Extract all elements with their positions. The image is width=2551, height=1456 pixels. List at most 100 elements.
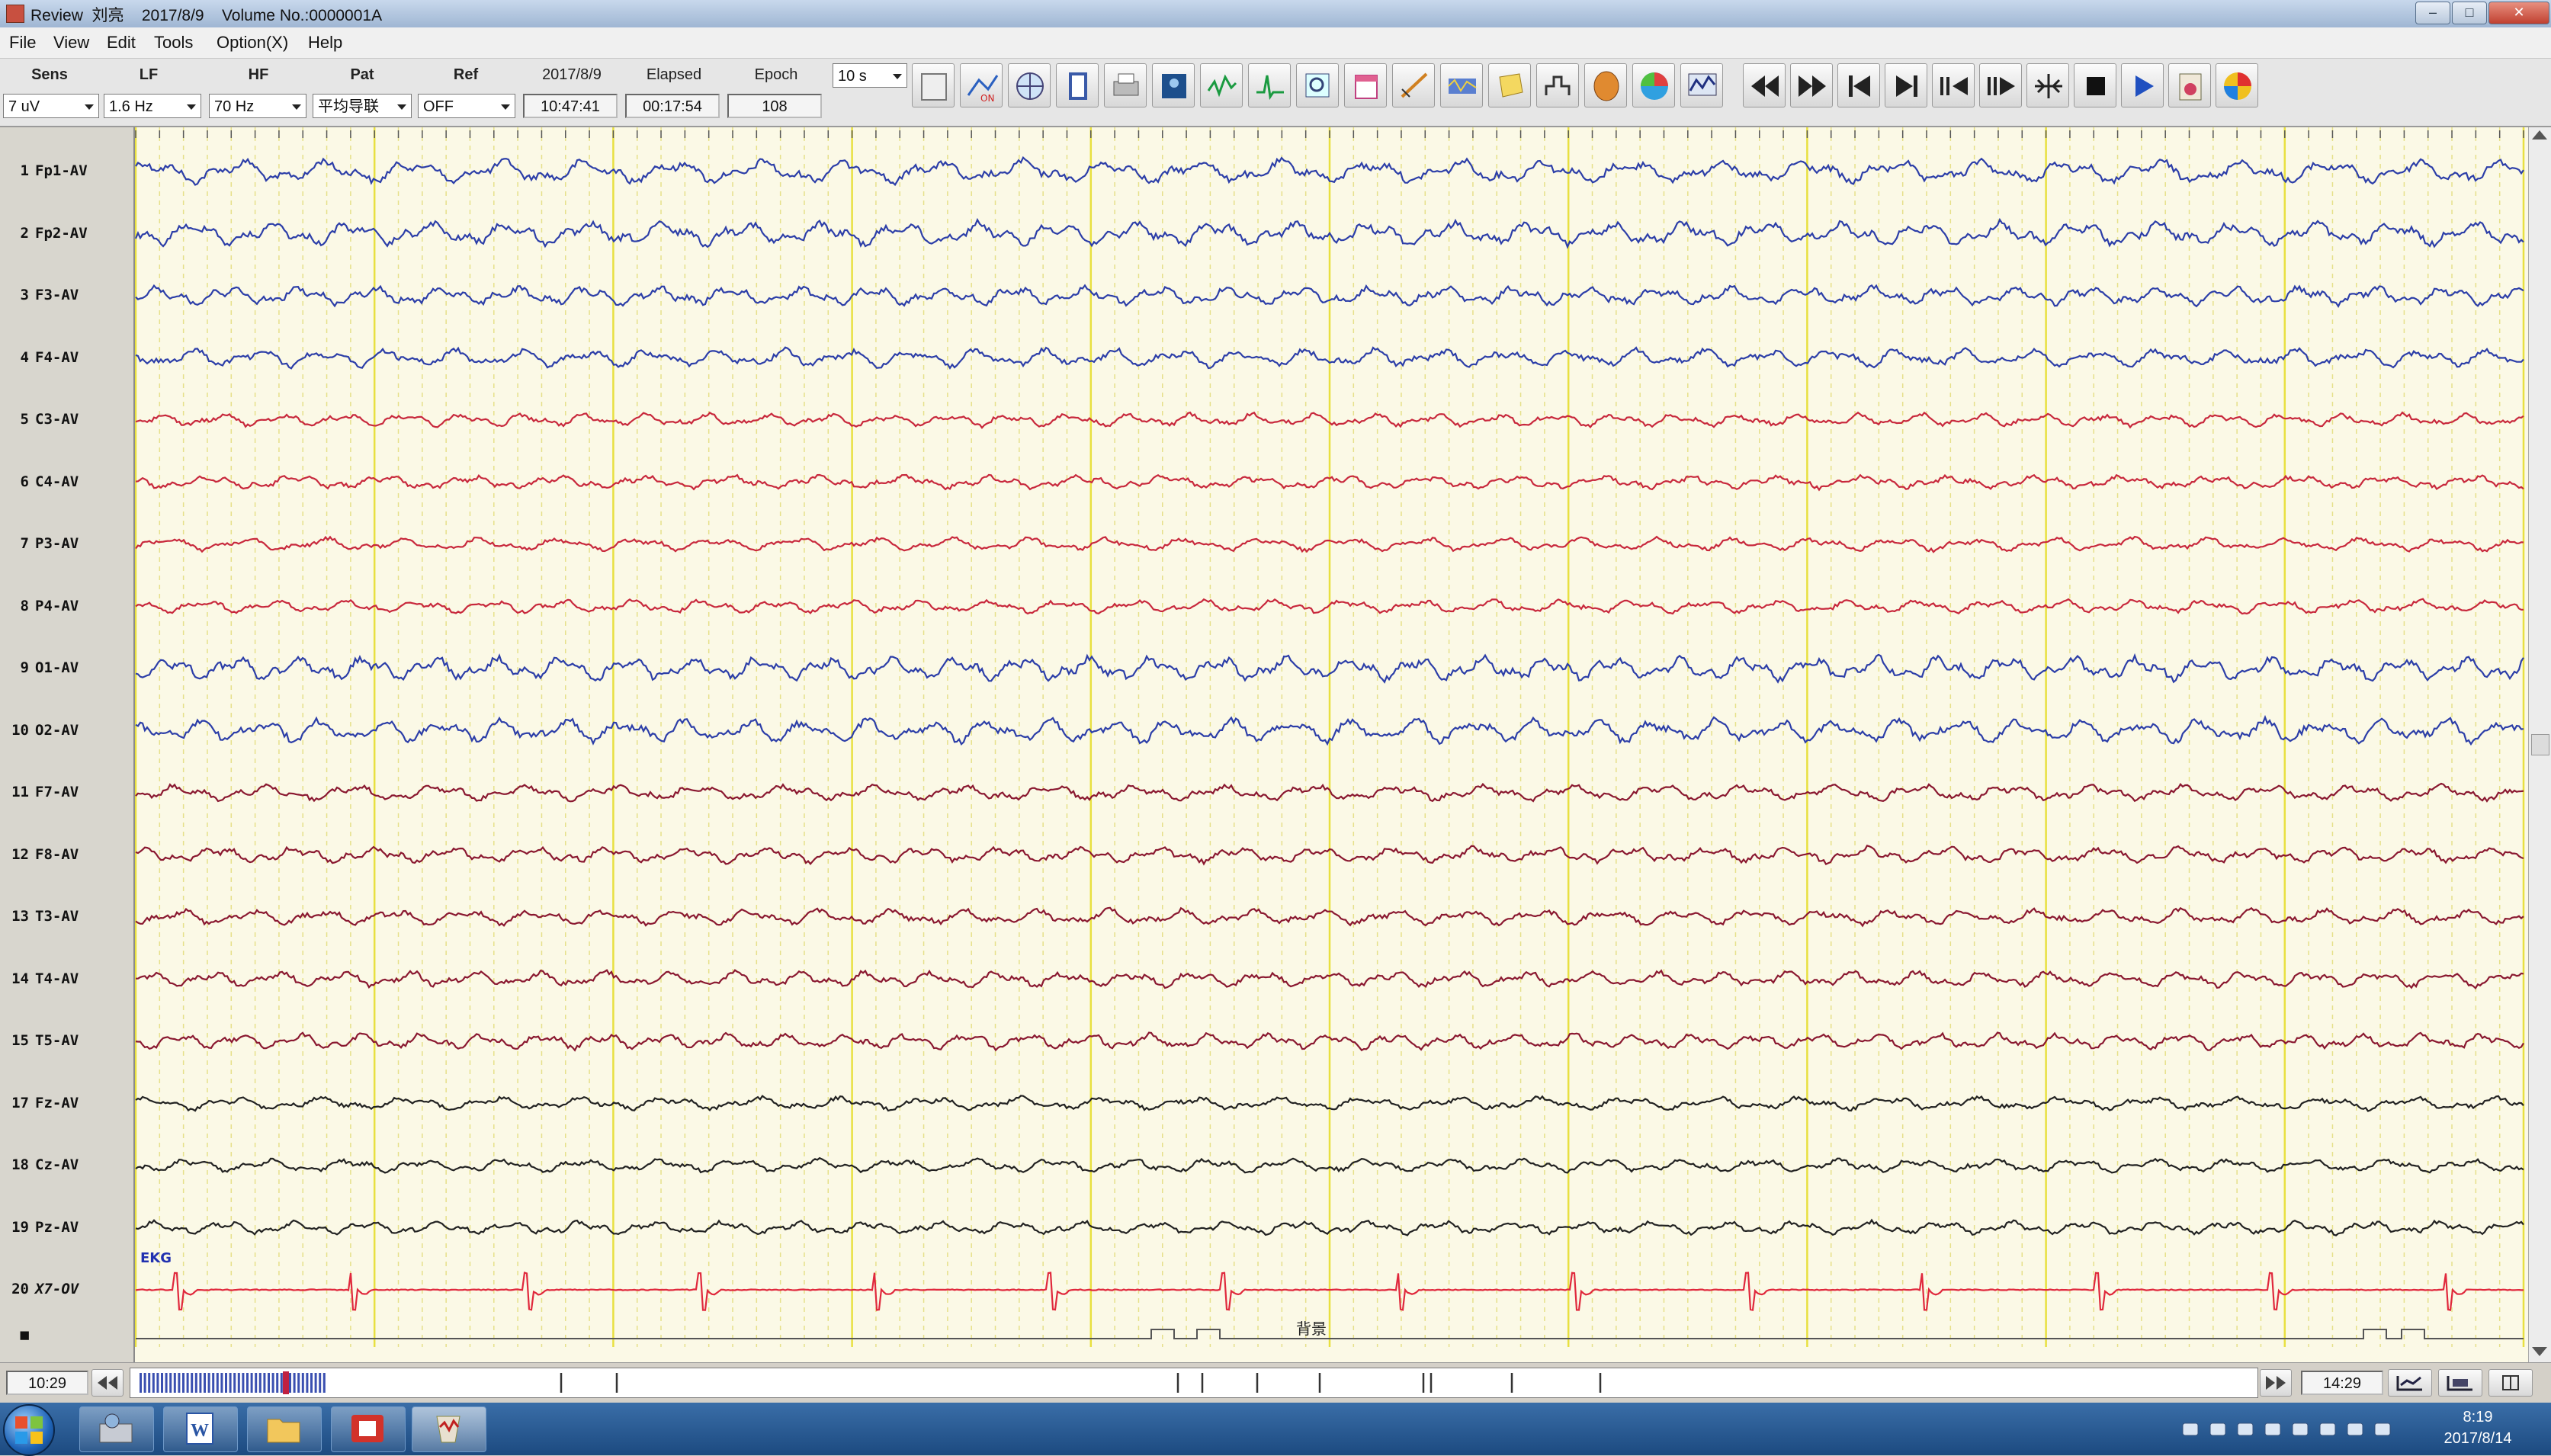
channel-label[interactable]: 5 C3-AV	[0, 411, 133, 428]
flag-icon[interactable]	[2290, 1419, 2310, 1439]
timebase-select[interactable]: 10 s	[833, 63, 907, 88]
lf-select[interactable]: 1.6 Hz	[104, 94, 201, 118]
arrow-up-icon[interactable]	[2263, 1419, 2283, 1439]
timeline-segment	[178, 1373, 181, 1393]
measure-button[interactable]	[1392, 63, 1435, 107]
print-button[interactable]	[1104, 63, 1147, 107]
play-button[interactable]	[2121, 63, 2164, 107]
maximize-button[interactable]: □	[2452, 2, 2487, 24]
pat-select[interactable]: 平均导联	[313, 94, 412, 118]
spike-detect-button[interactable]	[1248, 63, 1291, 107]
menu-edit[interactable]: Edit	[107, 33, 136, 53]
sens-select[interactable]: 7 uV	[3, 94, 99, 118]
zoom-wave-button[interactable]	[1296, 63, 1339, 107]
taskbar-app-word[interactable]: W	[163, 1406, 238, 1452]
event-annotation[interactable]: 背景	[1296, 1320, 1327, 1338]
taskbar-app-explorer[interactable]	[247, 1406, 322, 1452]
menu-option[interactable]: Option(X)	[217, 33, 288, 53]
calendar-button[interactable]	[1344, 63, 1387, 107]
timeline-cursor[interactable]	[283, 1371, 289, 1394]
timeline-segment	[186, 1373, 189, 1393]
topo-button[interactable]	[2216, 63, 2258, 107]
split-button[interactable]	[2026, 63, 2069, 107]
channel-label[interactable]: 14 T4-AV	[0, 970, 133, 987]
channel-label[interactable]: 2 Fp2-AV	[0, 225, 133, 242]
rewind-button[interactable]	[1743, 63, 1786, 107]
channel-label[interactable]: 10 O2-AV	[0, 722, 133, 739]
skip-start-button[interactable]	[1837, 63, 1880, 107]
ref-select[interactable]: OFF	[418, 94, 515, 118]
start-time: 10:29	[6, 1371, 88, 1395]
zoom-wave-icon	[1305, 73, 1330, 98]
volume-icon[interactable]	[2373, 1419, 2392, 1439]
view-mode-button-1[interactable]	[2388, 1369, 2432, 1397]
channel-label[interactable]: 20 X7-OV	[0, 1281, 133, 1297]
color-map-button[interactable]	[1632, 63, 1675, 107]
page-forward-button[interactable]	[2260, 1369, 2292, 1397]
help-icon[interactable]	[2208, 1419, 2228, 1439]
menu-view[interactable]: View	[53, 33, 89, 53]
fast-forward-button[interactable]	[1790, 63, 1833, 107]
scroll-thumb[interactable]	[2531, 734, 2549, 755]
system-tray	[2180, 1403, 2409, 1455]
channel-label[interactable]: 12 F8-AV	[0, 846, 133, 863]
minimize-button[interactable]: –	[2415, 2, 2450, 24]
step-forward-button[interactable]	[1979, 63, 2022, 107]
menu-file[interactable]: File	[9, 33, 36, 53]
save-button[interactable]	[912, 63, 955, 107]
head-map-button[interactable]	[1584, 63, 1627, 107]
page-back-button[interactable]	[91, 1369, 124, 1397]
photo-button[interactable]	[1152, 63, 1195, 107]
fast-forward-icon	[1799, 75, 1826, 97]
scroll-down-icon[interactable]	[2532, 1347, 2547, 1356]
channel-label[interactable]: 15 T5-AV	[0, 1032, 133, 1049]
channel-label[interactable]: 13 T3-AV	[0, 908, 133, 925]
channel-name: P3-AV	[35, 535, 79, 552]
channel-label[interactable]: 7 P3-AV	[0, 535, 133, 552]
hf-select[interactable]: 70 Hz	[209, 94, 306, 118]
channel-label[interactable]: 3 F3-AV	[0, 287, 133, 303]
spectrum-button[interactable]	[1440, 63, 1483, 107]
montage-on-button[interactable]: ON	[960, 63, 1003, 107]
channel-label[interactable]: 4 F4-AV	[0, 349, 133, 366]
analysis-button[interactable]	[1680, 63, 1723, 107]
vertical-scrollbar[interactable]	[2528, 127, 2551, 1362]
channel-label[interactable]: 17 Fz-AV	[0, 1095, 133, 1111]
timeline-markers	[140, 1371, 1602, 1394]
channel-label[interactable]: 19 Pz-AV	[0, 1219, 133, 1236]
taskbar-app-eeg-review[interactable]	[412, 1406, 486, 1452]
skip-end-button[interactable]	[1885, 63, 1927, 107]
clipboard-button[interactable]	[2168, 63, 2211, 107]
stop-button[interactable]	[2074, 63, 2116, 107]
channel-label[interactable]: 6 C4-AV	[0, 473, 133, 490]
start-button[interactable]	[3, 1404, 55, 1456]
view-mode-button-2[interactable]	[2438, 1369, 2482, 1397]
view-mode-button-3[interactable]	[2488, 1369, 2533, 1397]
channel-label[interactable]: 9 O1-AV	[0, 659, 133, 676]
channel-label[interactable]: 8 P4-AV	[0, 598, 133, 614]
eeg-trace-area[interactable]: EKG 背景	[0, 127, 2551, 1362]
usb-icon[interactable]	[2318, 1419, 2338, 1439]
taskbar: W 8:19 2017/8/14	[0, 1403, 2551, 1456]
waveform-button[interactable]	[1200, 63, 1243, 107]
keyboard-icon[interactable]	[2180, 1419, 2200, 1439]
step-back-button[interactable]	[1932, 63, 1975, 107]
note-button[interactable]	[1488, 63, 1531, 107]
epoch-box: 108	[727, 94, 822, 118]
globe-button[interactable]	[1008, 63, 1051, 107]
channel-label[interactable]: 11 F7-AV	[0, 784, 133, 800]
step-button[interactable]	[1536, 63, 1579, 107]
network-icon[interactable]	[2345, 1419, 2365, 1439]
taskbar-app-reader[interactable]	[331, 1406, 406, 1452]
close-button[interactable]: ✕	[2488, 2, 2549, 24]
taskbar-app-tools[interactable]	[79, 1406, 154, 1452]
timeline-segment	[297, 1373, 300, 1393]
scroll-up-icon[interactable]	[2532, 130, 2547, 140]
timeline-track[interactable]	[130, 1368, 2258, 1398]
channel-label[interactable]: 1 Fp1-AV	[0, 162, 133, 179]
menu-help[interactable]: Help	[308, 33, 342, 53]
pin-icon[interactable]	[2235, 1419, 2255, 1439]
menu-tools[interactable]: Tools	[154, 33, 193, 53]
book-button[interactable]	[1056, 63, 1099, 107]
channel-label[interactable]: 18 Cz-AV	[0, 1156, 133, 1173]
